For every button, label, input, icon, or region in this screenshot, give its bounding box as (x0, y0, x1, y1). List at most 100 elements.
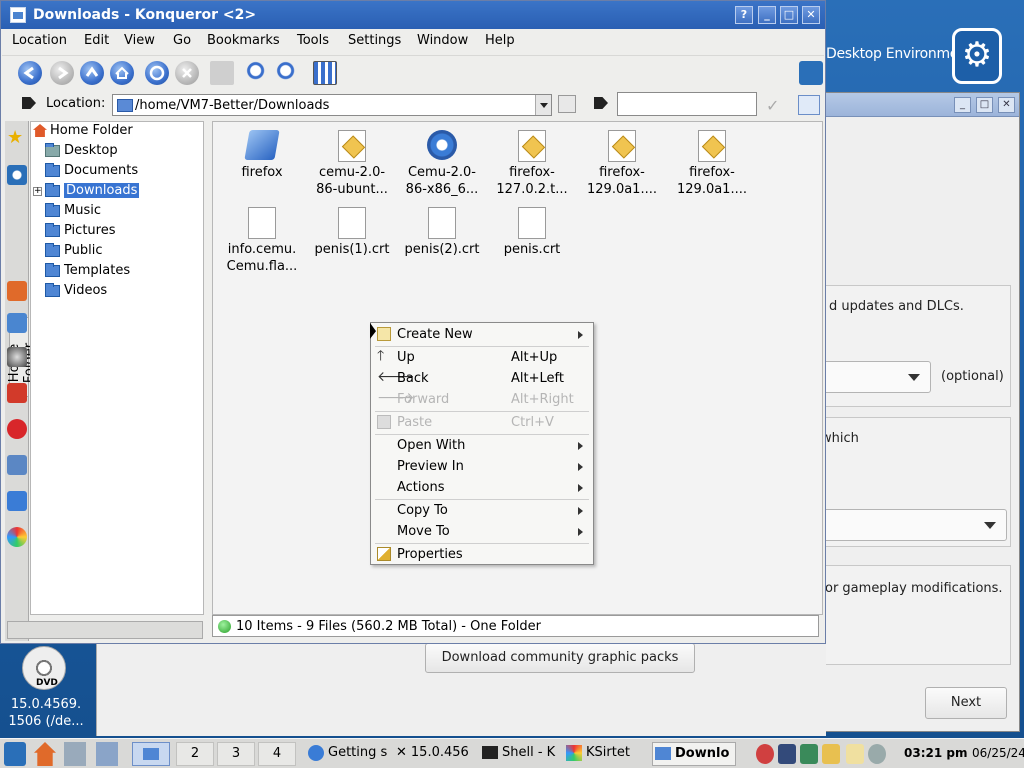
home-launcher-icon[interactable] (34, 742, 56, 766)
file-penis1-crt[interactable]: penis(1).crt (307, 207, 397, 258)
media-icon[interactable] (7, 347, 27, 367)
history-icon[interactable] (7, 165, 27, 185)
menu-tools[interactable]: Tools (297, 33, 329, 48)
clear-location-icon[interactable] (22, 97, 36, 109)
home-icon[interactable] (110, 61, 134, 85)
desktop-pager-1[interactable] (132, 742, 170, 766)
tree-item-public[interactable]: Public (45, 242, 102, 261)
view-mode-icon[interactable] (313, 61, 337, 85)
menu-item-create-new[interactable]: Create New (373, 324, 591, 345)
tree-item-music[interactable]: Music (45, 202, 101, 221)
version-combo[interactable] (811, 361, 931, 393)
tde-menu-icon[interactable] (4, 742, 26, 766)
desktop-pager-3[interactable]: 3 (217, 742, 255, 766)
settings-launcher-icon[interactable] (64, 742, 86, 766)
file-firefox[interactable]: firefox (217, 130, 307, 181)
home-icon[interactable] (7, 281, 27, 301)
menu-window[interactable]: Window (417, 33, 468, 48)
chevron-down-icon[interactable] (535, 95, 551, 115)
menu-item-paste[interactable]: Paste Ctrl+V (373, 412, 591, 433)
expand-icon[interactable]: + (33, 187, 42, 196)
tree-item-pictures[interactable]: Pictures (45, 222, 115, 241)
bookmarks-icon[interactable]: ★ (7, 129, 27, 149)
menu-item-up[interactable]: 🡑 Up Alt+Up (373, 347, 591, 368)
sidebar-toggle-icon[interactable] (798, 95, 820, 115)
services-icon[interactable] (7, 383, 27, 403)
menu-item-copy-to[interactable]: Copy To (373, 500, 591, 521)
menu-help[interactable]: Help (485, 33, 515, 48)
file-info-cemu[interactable]: info.cemu. Cemu.fla... (217, 207, 307, 275)
date[interactable]: 06/25/24 (972, 746, 1024, 760)
print-icon[interactable] (210, 61, 234, 85)
search-input[interactable] (617, 92, 757, 116)
up-icon[interactable] (80, 61, 104, 85)
zoom-out-icon[interactable] (276, 61, 300, 85)
file-firefox-129b[interactable]: firefox- 129.0a1.... (667, 130, 757, 198)
next-button[interactable]: Next (925, 687, 1007, 719)
stop-icon[interactable] (175, 61, 199, 85)
file-penis2-crt[interactable]: penis(2).crt (397, 207, 487, 258)
tree-item-downloads[interactable]: + Downloads (33, 182, 140, 201)
menu-item-actions[interactable]: Actions (373, 477, 591, 498)
web-icon[interactable] (7, 491, 27, 511)
menu-item-back[interactable]: 🡐 Back Alt+Left (373, 368, 591, 389)
menu-item-properties[interactable]: Properties (373, 544, 591, 565)
minimize-button[interactable]: _ (954, 97, 971, 113)
task-ksirtet[interactable]: KSirtet (566, 742, 646, 766)
konqueror-logo-icon[interactable] (799, 61, 823, 85)
packs-combo[interactable] (811, 509, 1007, 541)
location-input[interactable]: /home/VM7-Better/Downloads (112, 94, 552, 116)
dvd-label[interactable]: 15.0.4569. 1506 (/de... (4, 696, 88, 730)
tree-item-videos[interactable]: Videos (45, 282, 107, 301)
file-firefox-129a[interactable]: firefox- 129.0a1.... (577, 130, 667, 198)
file-firefox-127[interactable]: firefox- 127.0.2.t... (487, 130, 577, 198)
menu-item-open-with[interactable]: Open With (373, 435, 591, 456)
tool-launcher-icon[interactable] (96, 742, 118, 766)
notes-tray-icon[interactable] (846, 744, 864, 764)
menu-go[interactable]: Go (173, 33, 191, 48)
menu-bookmarks[interactable]: Bookmarks (207, 33, 280, 48)
clear-search-icon[interactable] (594, 97, 608, 109)
task-shell[interactable]: Shell - K (482, 742, 560, 766)
window-icon[interactable] (10, 7, 26, 23)
task-downloads[interactable]: Downlo (652, 742, 736, 766)
desktop-pager-2[interactable]: 2 (176, 742, 214, 766)
back-icon[interactable] (18, 61, 42, 85)
zoom-in-icon[interactable] (246, 61, 270, 85)
minimize-button[interactable]: _ (758, 6, 776, 24)
tree-item-desktop[interactable]: Desktop (45, 142, 118, 161)
task-getting-started[interactable]: Getting s (308, 742, 392, 766)
devices-icon[interactable] (7, 455, 27, 475)
menu-item-forward[interactable]: 🡒 Forward Alt+Right (373, 389, 591, 410)
reload-icon[interactable] (145, 61, 169, 85)
menu-edit[interactable]: Edit (84, 33, 109, 48)
task-cemu[interactable]: ✕ 15.0.456 (396, 742, 476, 766)
root-folder-icon[interactable] (7, 419, 27, 439)
menu-item-move-to[interactable]: Move To (373, 521, 591, 542)
network-icon[interactable] (7, 313, 27, 333)
update-tray-icon[interactable] (800, 744, 818, 764)
tree-item-templates[interactable]: Templates (45, 262, 130, 281)
forward-icon[interactable] (50, 61, 74, 85)
klipper-tray-icon[interactable] (822, 744, 840, 764)
file-cemu-x86[interactable]: Cemu-2.0- 86-x86_6... (397, 130, 487, 198)
volume-tray-icon[interactable] (868, 744, 886, 764)
file-penis-crt[interactable]: penis.crt (487, 207, 577, 258)
tree-scrollbar[interactable] (7, 621, 203, 639)
maximize-button[interactable]: □ (976, 97, 993, 113)
network-tray-icon[interactable] (756, 744, 774, 764)
desktop-pager-4[interactable]: 4 (258, 742, 296, 766)
menu-view[interactable]: View (124, 33, 155, 48)
display-tray-icon[interactable] (778, 744, 796, 764)
go-button[interactable] (558, 95, 576, 113)
help-button[interactable]: ? (735, 6, 753, 24)
tree-item-home[interactable]: Home Folder (33, 123, 133, 141)
close-button[interactable]: ✕ (802, 6, 820, 24)
menu-settings[interactable]: Settings (348, 33, 401, 48)
check-icon[interactable]: ✓ (766, 96, 788, 115)
close-button[interactable]: ✕ (998, 97, 1015, 113)
settings-icon[interactable] (7, 527, 27, 547)
menu-item-preview-in[interactable]: Preview In (373, 456, 591, 477)
menu-location[interactable]: Location (12, 33, 67, 48)
download-graphic-packs-button[interactable]: Download community graphic packs (425, 643, 695, 673)
